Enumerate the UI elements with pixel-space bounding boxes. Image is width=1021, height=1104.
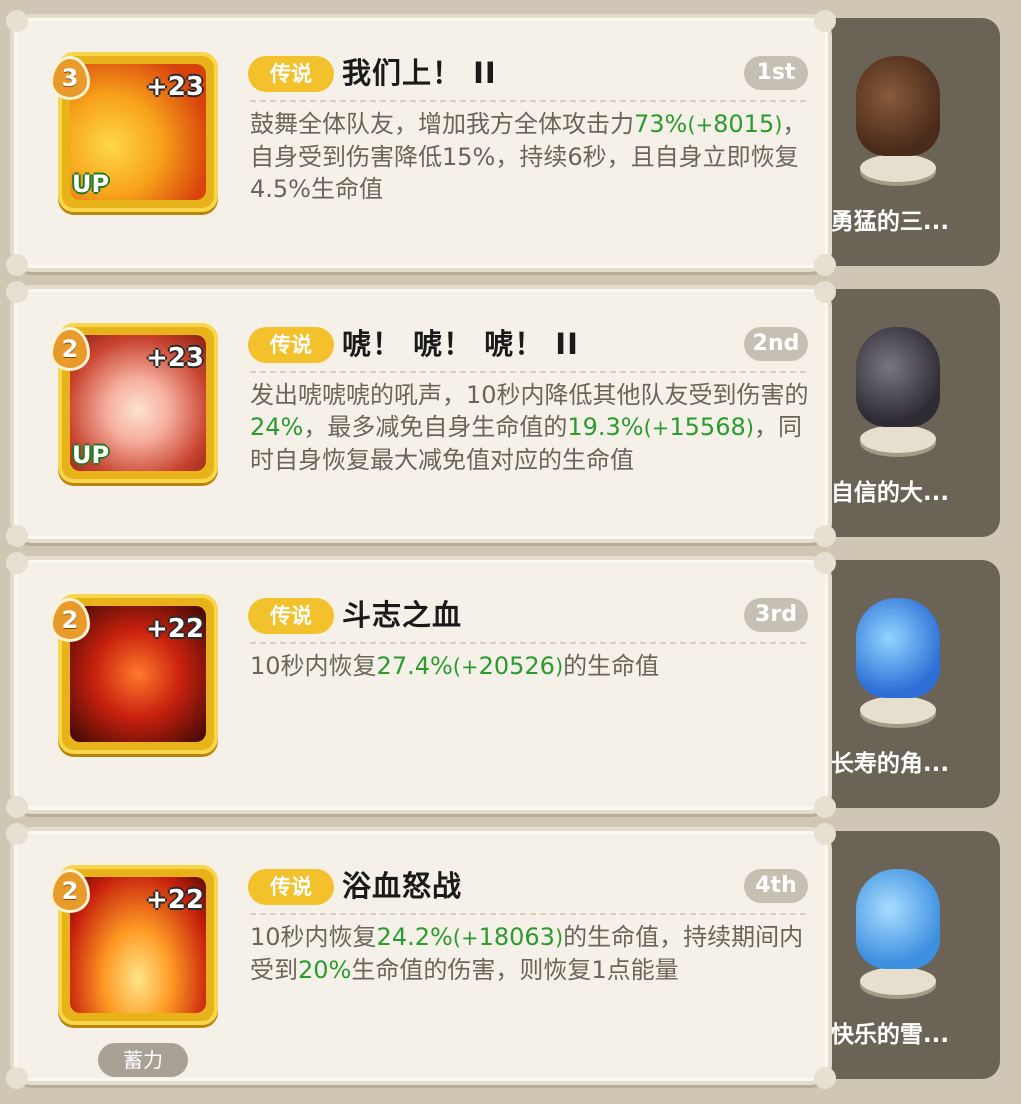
rarity-tag: 传说 bbox=[248, 869, 334, 905]
skill-title: 浴血怒战 bbox=[342, 869, 463, 903]
highlight-value: ) bbox=[745, 416, 754, 440]
figure-image bbox=[838, 307, 956, 457]
figure-image bbox=[838, 578, 956, 728]
level-badge: 3 bbox=[50, 56, 90, 100]
skill-description: 10秒内恢复27.4%(+20526)的生命值 bbox=[250, 650, 810, 683]
figure-image bbox=[838, 849, 956, 999]
highlight-value: (+ bbox=[643, 416, 670, 440]
skill-description: 发出唬唬唬的吼声，10秒内降低其他队友受到伤害的 24%，最多减免自身生命值的19… bbox=[250, 379, 810, 476]
rarity-tag: 传说 bbox=[248, 598, 334, 634]
highlight-value: ) bbox=[554, 926, 564, 950]
highlight-value: 19.3% bbox=[567, 413, 644, 441]
plus-value: +23 bbox=[146, 343, 204, 373]
highlight-value: (+ bbox=[452, 655, 479, 679]
highlight-value: 20% bbox=[298, 956, 352, 984]
skill-row-4[interactable]: 快乐的雪... 2 +22 蓄力 传说 浴血怒战 4th 10秒内恢复24.2%… bbox=[6, 823, 1010, 1089]
highlight-value: 24% bbox=[250, 413, 304, 441]
description-text: 生命值的伤害，则恢复1点能量 bbox=[351, 956, 679, 984]
skill-card[interactable]: 2 +23 UP 传说 唬！ 唬！ 唬！ II 2nd 发出唬唬唬的吼声，10秒… bbox=[6, 281, 836, 547]
divider bbox=[250, 371, 806, 373]
skill-row-3[interactable]: 长寿的角... 2 +22 传说 斗志之血 3rd 10秒内恢复27.4%(+2… bbox=[6, 552, 1010, 818]
description-text: 10秒内恢复 bbox=[250, 652, 377, 680]
divider bbox=[250, 642, 806, 644]
skill-card[interactable]: 2 +22 蓄力 传说 浴血怒战 4th 10秒内恢复24.2%(+18063)… bbox=[6, 823, 836, 1089]
highlight-value: ) bbox=[554, 655, 564, 679]
level-badge: 2 bbox=[50, 327, 90, 371]
skill-title: 唬！ 唬！ 唬！ II bbox=[342, 327, 579, 361]
highlight-value: 73% bbox=[634, 110, 688, 138]
highlight-value: 27.4% bbox=[376, 652, 453, 680]
rank-badge: 4th bbox=[744, 869, 808, 903]
description-text: ，最多减免自身生命值的 bbox=[303, 413, 568, 441]
skill-row-1[interactable]: 勇猛的三... 3 +23 UP 传说 我们上！ II 1st 鼓舞全体队友，增… bbox=[6, 10, 1010, 276]
skill-card[interactable]: 3 +23 UP 传说 我们上！ II 1st 鼓舞全体队友，增加我方全体攻击力… bbox=[6, 10, 836, 276]
highlight-value: (+ bbox=[452, 926, 479, 950]
skill-title: 我们上！ II bbox=[342, 56, 497, 90]
up-label: UP bbox=[72, 441, 110, 469]
rank-badge: 2nd bbox=[744, 327, 808, 361]
divider bbox=[250, 100, 806, 102]
highlight-value: 8015 bbox=[713, 110, 775, 138]
highlight-value: 24.2% bbox=[376, 923, 453, 951]
highlight-value: 20526 bbox=[478, 652, 555, 680]
plus-value: +23 bbox=[146, 72, 204, 102]
rarity-tag: 传说 bbox=[248, 327, 334, 363]
skill-row-2[interactable]: 自信的大... 2 +23 UP 传说 唬！ 唬！ 唬！ II 2nd 发出唬唬… bbox=[6, 281, 1010, 547]
skill-description: 10秒内恢复24.2%(+18063)的生命值，持续期间内受到20%生命值的伤害… bbox=[250, 921, 810, 986]
description-text: 10秒内恢复 bbox=[250, 923, 377, 951]
up-label: UP bbox=[72, 170, 110, 198]
description-text: 的生命值 bbox=[563, 652, 660, 680]
rank-badge: 1st bbox=[744, 56, 808, 90]
highlight-value: 18063 bbox=[478, 923, 555, 951]
description-text: 发出唬唬唬的吼声，10秒内降低其他队友受到伤害的 bbox=[250, 381, 809, 409]
skill-card[interactable]: 2 +22 传说 斗志之血 3rd 10秒内恢复27.4%(+20526)的生命… bbox=[6, 552, 836, 818]
divider bbox=[250, 913, 806, 915]
highlight-value: (+ bbox=[687, 113, 714, 137]
charge-badge: 蓄力 bbox=[98, 1043, 188, 1077]
rarity-tag: 传说 bbox=[248, 56, 334, 92]
level-badge: 2 bbox=[50, 598, 90, 642]
rank-badge: 3rd bbox=[744, 598, 808, 632]
plus-value: +22 bbox=[146, 614, 204, 644]
skill-list: 勇猛的三... 3 +23 UP 传说 我们上！ II 1st 鼓舞全体队友，增… bbox=[0, 0, 1021, 1104]
description-text: 鼓舞全体队友，增加我方全体攻击力 bbox=[250, 110, 634, 138]
skill-description: 鼓舞全体队友，增加我方全体攻击力73%(+8015)，自身受到伤害降低15%，持… bbox=[250, 108, 810, 205]
highlight-value: 15568 bbox=[669, 413, 746, 441]
skill-title: 斗志之血 bbox=[342, 598, 463, 632]
level-badge: 2 bbox=[50, 869, 90, 913]
plus-value: +22 bbox=[146, 885, 204, 915]
figure-image bbox=[838, 36, 956, 186]
